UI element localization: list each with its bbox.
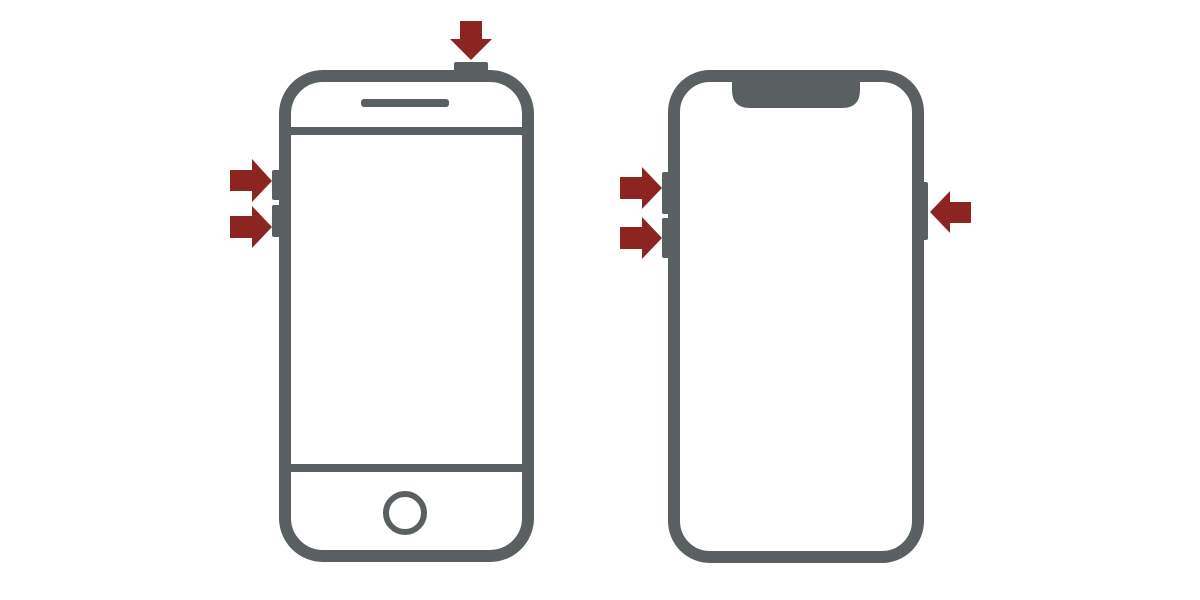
arrow-phone2-side-button bbox=[930, 191, 971, 233]
phone-body bbox=[279, 70, 534, 562]
arrow-left-icon bbox=[930, 191, 971, 233]
arrow-right-icon bbox=[620, 167, 662, 209]
phone-with-notch bbox=[662, 70, 928, 563]
arrow-top-power bbox=[450, 21, 492, 60]
arrow-phone1-volume-up bbox=[230, 159, 272, 202]
phones-diagram bbox=[230, 21, 971, 563]
arrow-phone2-volume-down bbox=[620, 217, 662, 259]
arrow-right-icon bbox=[230, 159, 272, 202]
diagram-canvas bbox=[0, 0, 1200, 600]
arrow-phone1-volume-down bbox=[230, 206, 272, 248]
earpiece-speaker bbox=[361, 99, 449, 107]
arrow-right-icon bbox=[230, 206, 272, 248]
phone-body bbox=[668, 70, 924, 563]
arrow-down-icon bbox=[450, 21, 492, 60]
notch bbox=[732, 78, 860, 108]
arrow-right-icon bbox=[620, 217, 662, 259]
phone-with-home-button bbox=[272, 62, 534, 562]
arrow-phone2-volume-up bbox=[620, 167, 662, 209]
